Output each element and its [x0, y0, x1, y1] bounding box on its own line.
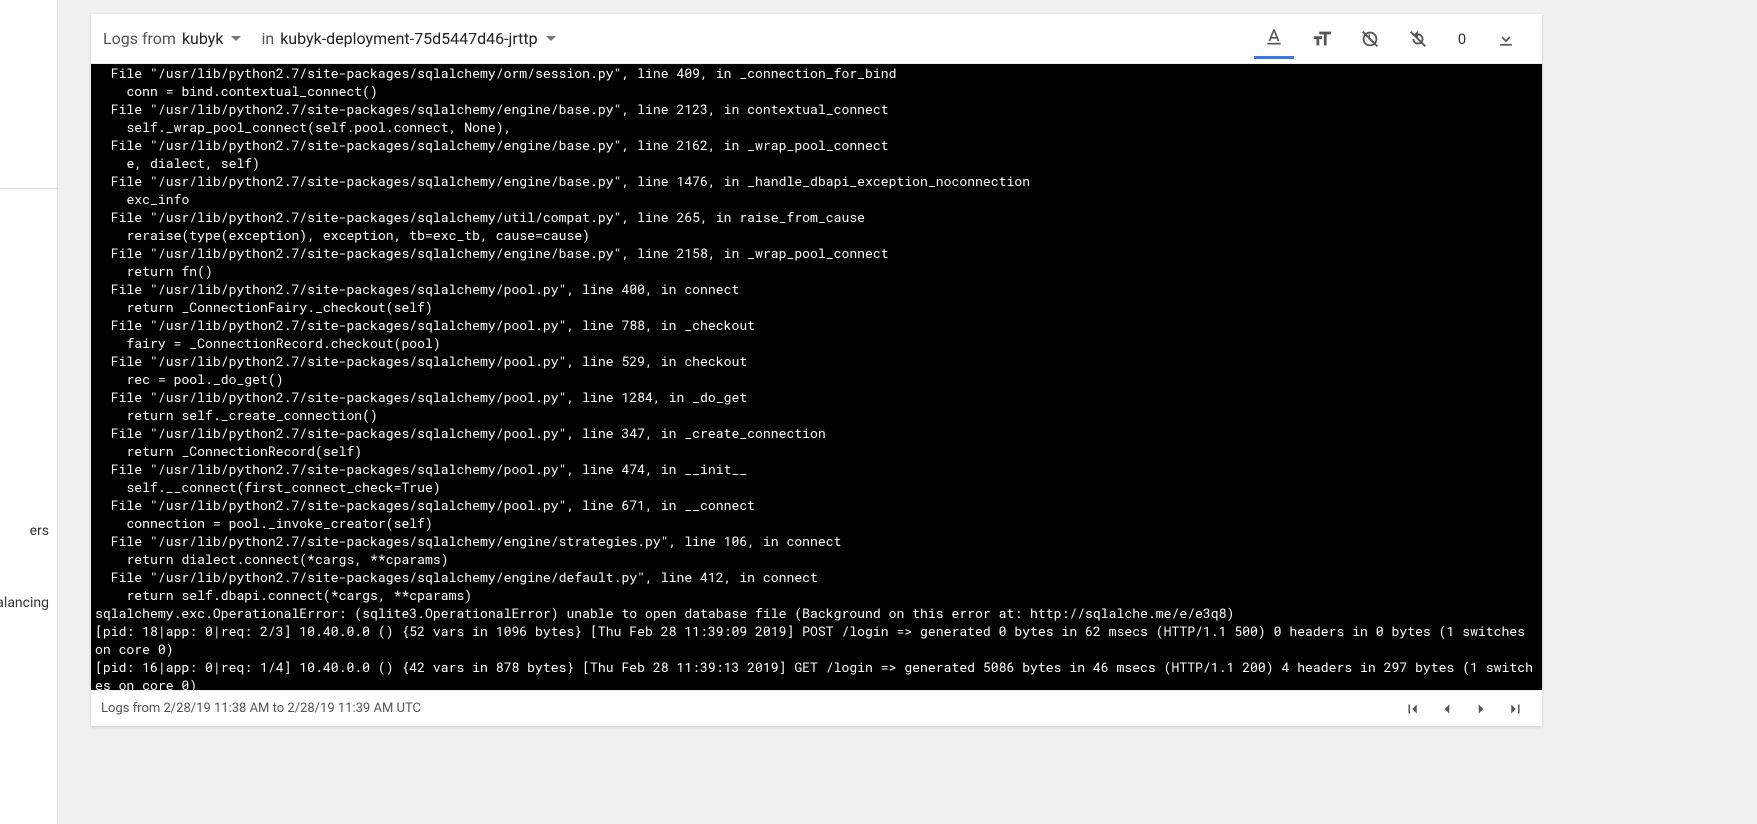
log-line: [pid: 18|app: 0|req: 2/3] 10.40.0.0 () {… — [95, 622, 1538, 658]
logs-header: Logs from kubyk in kubyk-deployment-75d5… — [91, 14, 1542, 64]
log-line: connection = pool._invoke_creator(self) — [95, 514, 1538, 532]
log-line: File "/usr/lib/python2.7/site-packages/s… — [95, 388, 1538, 406]
log-line: sqlalchemy.exc.OperationalError: (sqlite… — [95, 604, 1538, 622]
download-icon — [1496, 29, 1516, 49]
log-line: File "/usr/lib/python2.7/site-packages/s… — [95, 100, 1538, 118]
source-selector[interactable]: Logs from kubyk — [103, 29, 241, 48]
log-line: File "/usr/lib/python2.7/site-packages/s… — [95, 352, 1538, 370]
log-output[interactable]: File "/usr/lib/python2.7/site-packages/s… — [91, 64, 1542, 690]
refresh-off-icon — [1407, 28, 1429, 50]
nav-divider — [0, 188, 57, 189]
log-line: rec = pool._do_get() — [95, 370, 1538, 388]
chevron-right-icon — [1472, 700, 1490, 718]
nav-item[interactable]: alancing — [0, 581, 57, 625]
log-line: return self._create_connection() — [95, 406, 1538, 424]
text-size-button[interactable] — [1302, 19, 1342, 59]
new-logs-count: 0 — [1442, 30, 1482, 48]
log-line: [pid: 16|app: 0|req: 1/4] 10.40.0.0 () {… — [95, 658, 1538, 690]
chevron-down-icon — [231, 36, 241, 41]
log-line: File "/usr/lib/python2.7/site-packages/s… — [95, 460, 1538, 478]
container-selector-label: in — [261, 29, 274, 48]
log-line: File "/usr/lib/python2.7/site-packages/s… — [95, 244, 1538, 262]
page-prev-button[interactable] — [1430, 692, 1464, 726]
text-size-icon — [1311, 28, 1333, 50]
container-selector[interactable]: in kubyk-deployment-75d5447d46-jrttp — [261, 29, 555, 48]
logs-panel: Logs from kubyk in kubyk-deployment-75d5… — [91, 14, 1542, 726]
download-button[interactable] — [1486, 19, 1526, 59]
log-line: conn = bind.contextual_connect() — [95, 82, 1538, 100]
log-line: self._wrap_pool_connect(self.pool.connec… — [95, 118, 1538, 136]
log-line: File "/usr/lib/python2.7/site-packages/s… — [95, 424, 1538, 442]
log-line: File "/usr/lib/python2.7/site-packages/s… — [95, 280, 1538, 298]
source-selector-value: kubyk — [182, 29, 224, 48]
text-format-button[interactable] — [1254, 19, 1294, 59]
timestamp-toggle-button[interactable] — [1350, 19, 1390, 59]
page-first-icon — [1404, 700, 1422, 718]
log-line: return self.dbapi.connect(*cargs, **cpar… — [95, 586, 1538, 604]
log-line: e, dialect, self) — [95, 154, 1538, 172]
chevron-left-icon — [1438, 700, 1456, 718]
log-line: File "/usr/lib/python2.7/site-packages/s… — [95, 568, 1538, 586]
text-a-icon — [1264, 27, 1284, 47]
container-selector-value: kubyk-deployment-75d5447d46-jrttp — [280, 29, 537, 48]
page-first-button[interactable] — [1396, 692, 1430, 726]
log-line: File "/usr/lib/python2.7/site-packages/s… — [95, 136, 1538, 154]
log-line: return _ConnectionRecord(self) — [95, 442, 1538, 460]
source-selector-label: Logs from — [103, 29, 176, 48]
log-line: File "/usr/lib/python2.7/site-packages/s… — [95, 172, 1538, 190]
log-line: exc_info — [95, 190, 1538, 208]
log-line: self.__connect(first_connect_check=True) — [95, 478, 1538, 496]
log-line: File "/usr/lib/python2.7/site-packages/s… — [95, 208, 1538, 226]
refresh-off-button[interactable] — [1398, 19, 1438, 59]
chevron-down-icon — [546, 36, 556, 41]
logs-footer: Logs from 2/28/19 11:38 AM to 2/28/19 11… — [91, 690, 1542, 726]
log-line: File "/usr/lib/python2.7/site-packages/s… — [95, 64, 1538, 82]
left-navigation: ers alancing — [0, 0, 58, 824]
log-line: File "/usr/lib/python2.7/site-packages/s… — [95, 316, 1538, 334]
clock-off-icon — [1359, 28, 1381, 50]
log-line: reraise(type(exception), exception, tb=e… — [95, 226, 1538, 244]
page-last-button[interactable] — [1498, 692, 1532, 726]
time-range-text: Logs from 2/28/19 11:38 AM to 2/28/19 11… — [101, 701, 421, 716]
page-last-icon — [1506, 700, 1524, 718]
log-line: File "/usr/lib/python2.7/site-packages/s… — [95, 532, 1538, 550]
log-line: File "/usr/lib/python2.7/site-packages/s… — [95, 496, 1538, 514]
log-line: return fn() — [95, 262, 1538, 280]
log-line: return dialect.connect(*cargs, **cparams… — [95, 550, 1538, 568]
log-line: return _ConnectionFairy._checkout(self) — [95, 298, 1538, 316]
nav-item[interactable]: ers — [0, 509, 57, 553]
page-next-button[interactable] — [1464, 692, 1498, 726]
log-line: fairy = _ConnectionRecord.checkout(pool) — [95, 334, 1538, 352]
